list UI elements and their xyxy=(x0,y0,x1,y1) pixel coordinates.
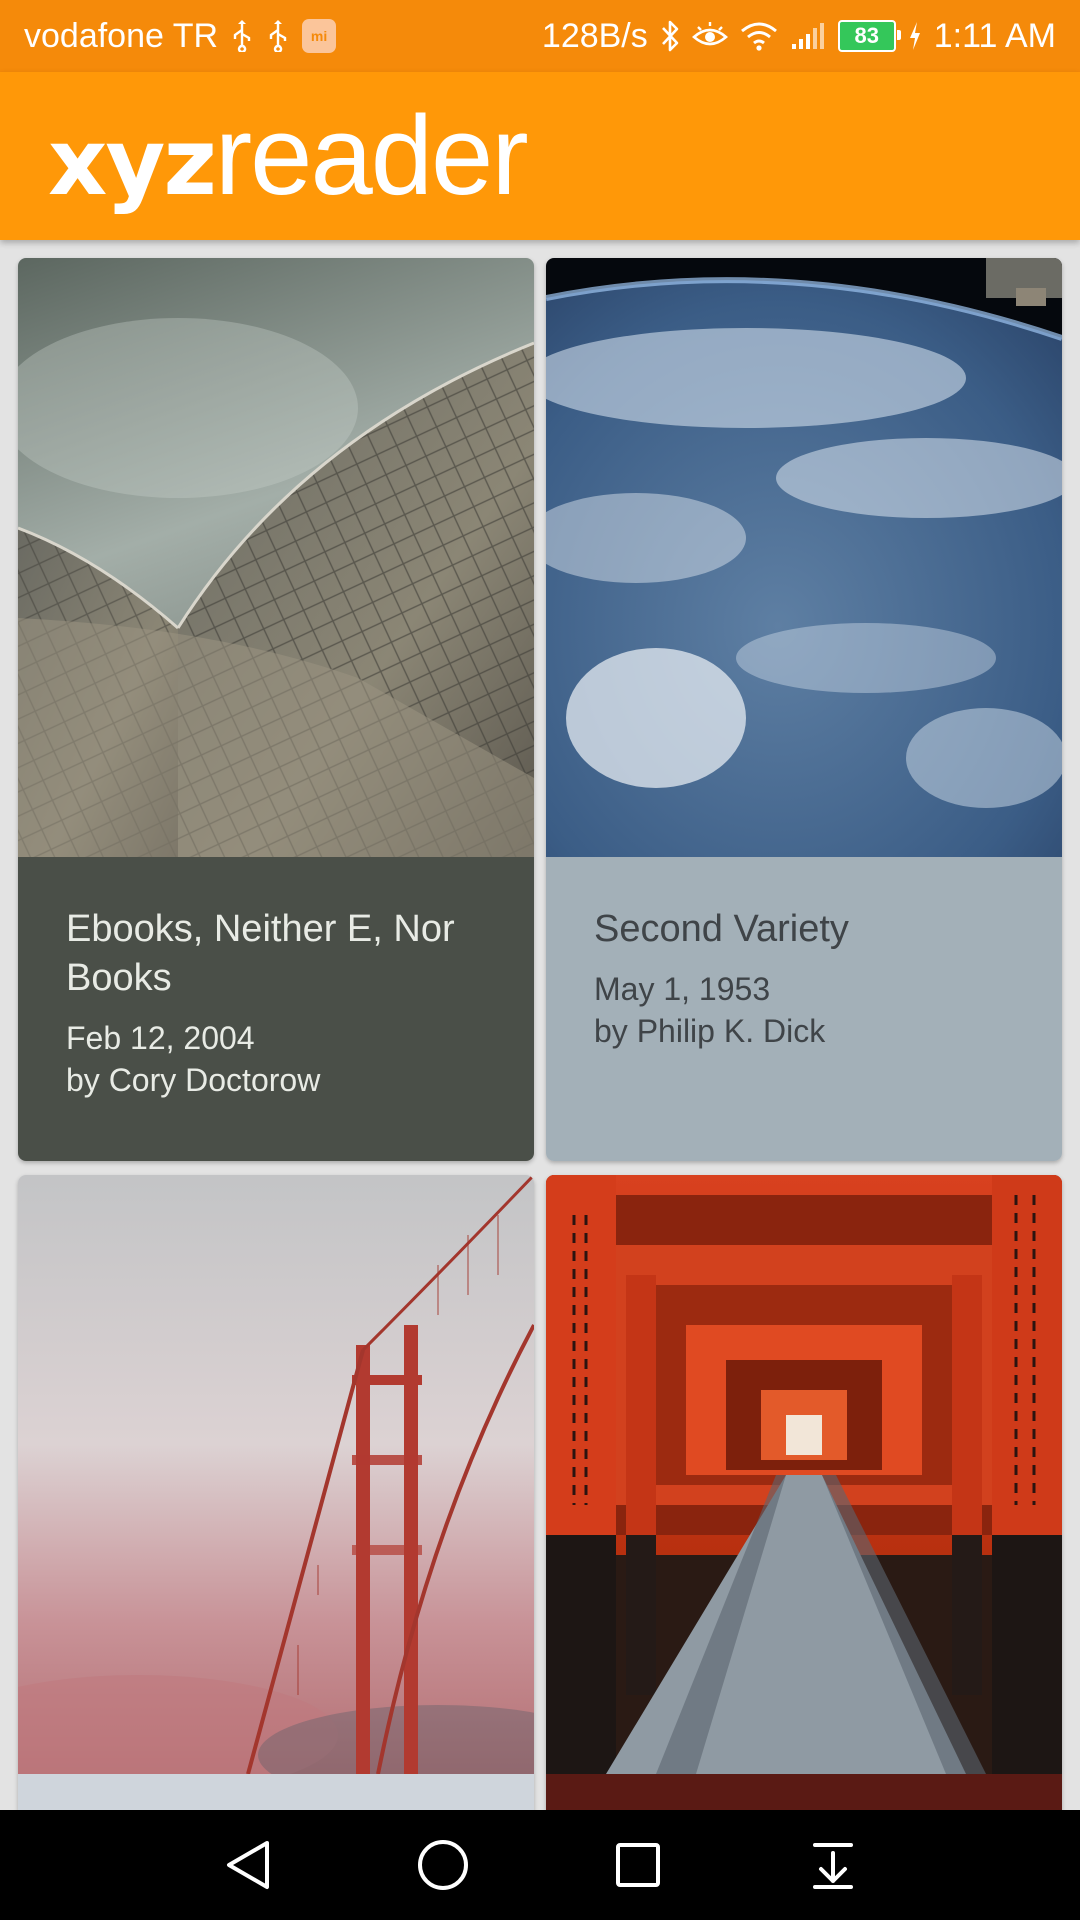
article-date: May 1, 1953 xyxy=(594,971,771,1007)
charging-icon xyxy=(908,21,922,51)
article-thumbnail xyxy=(18,258,534,857)
article-card[interactable]: Second Variety May 1, 1953 by Philip K. … xyxy=(546,258,1062,1161)
signal-icon xyxy=(790,22,826,50)
logo-bold-text: xyz xyxy=(48,109,217,216)
article-author: by Philip K. Dick xyxy=(594,1013,826,1049)
network-speed: 128B/s xyxy=(541,16,648,55)
article-grid[interactable]: Ebooks, Neither E, Nor Books Feb 12, 200… xyxy=(0,240,1080,1810)
article-date: Feb 12, 2004 xyxy=(66,1020,255,1056)
eye-comfort-icon xyxy=(691,21,728,51)
article-title: Ebooks, Neither E, Nor Books xyxy=(66,908,455,999)
article-card[interactable] xyxy=(18,1175,534,1810)
status-bar: vodafone TR mi 128B/s 83 1:11 AM xyxy=(0,0,1080,72)
back-icon[interactable] xyxy=(213,1830,283,1900)
navigation-bar xyxy=(0,1810,1080,1920)
battery-icon: 83 xyxy=(837,20,901,52)
article-thumbnail xyxy=(18,1175,534,1774)
usb-icon xyxy=(230,20,254,52)
article-author: by Cory Doctorow xyxy=(66,1062,321,1098)
mi-notification-icon: mi xyxy=(302,19,337,53)
article-thumbnail xyxy=(546,258,1062,857)
app-bar: xyz reader xyxy=(0,72,1080,240)
pull-down-icon[interactable] xyxy=(798,1830,868,1900)
article-card[interactable]: Ebooks, Neither E, Nor Books Feb 12, 200… xyxy=(18,258,534,1161)
bluetooth-icon xyxy=(660,19,680,53)
article-info: Ebooks, Neither E, Nor Books Feb 12, 200… xyxy=(18,857,534,1161)
recents-icon[interactable] xyxy=(603,1830,673,1900)
wifi-icon xyxy=(740,21,778,51)
article-title: Second Variety xyxy=(594,908,849,950)
article-thumbnail xyxy=(546,1175,1062,1774)
article-info xyxy=(546,1774,1062,1810)
app-logo: xyz reader xyxy=(48,93,529,218)
clock: 1:11 AM xyxy=(933,16,1056,55)
usb-debug-icon xyxy=(266,20,290,52)
home-icon[interactable] xyxy=(408,1830,478,1900)
carrier-name: vodafone TR xyxy=(24,16,219,55)
article-info xyxy=(18,1774,534,1810)
logo-light-text: reader xyxy=(214,93,529,218)
article-card[interactable] xyxy=(546,1175,1062,1810)
article-info: Second Variety May 1, 1953 by Philip K. … xyxy=(546,857,1062,1161)
